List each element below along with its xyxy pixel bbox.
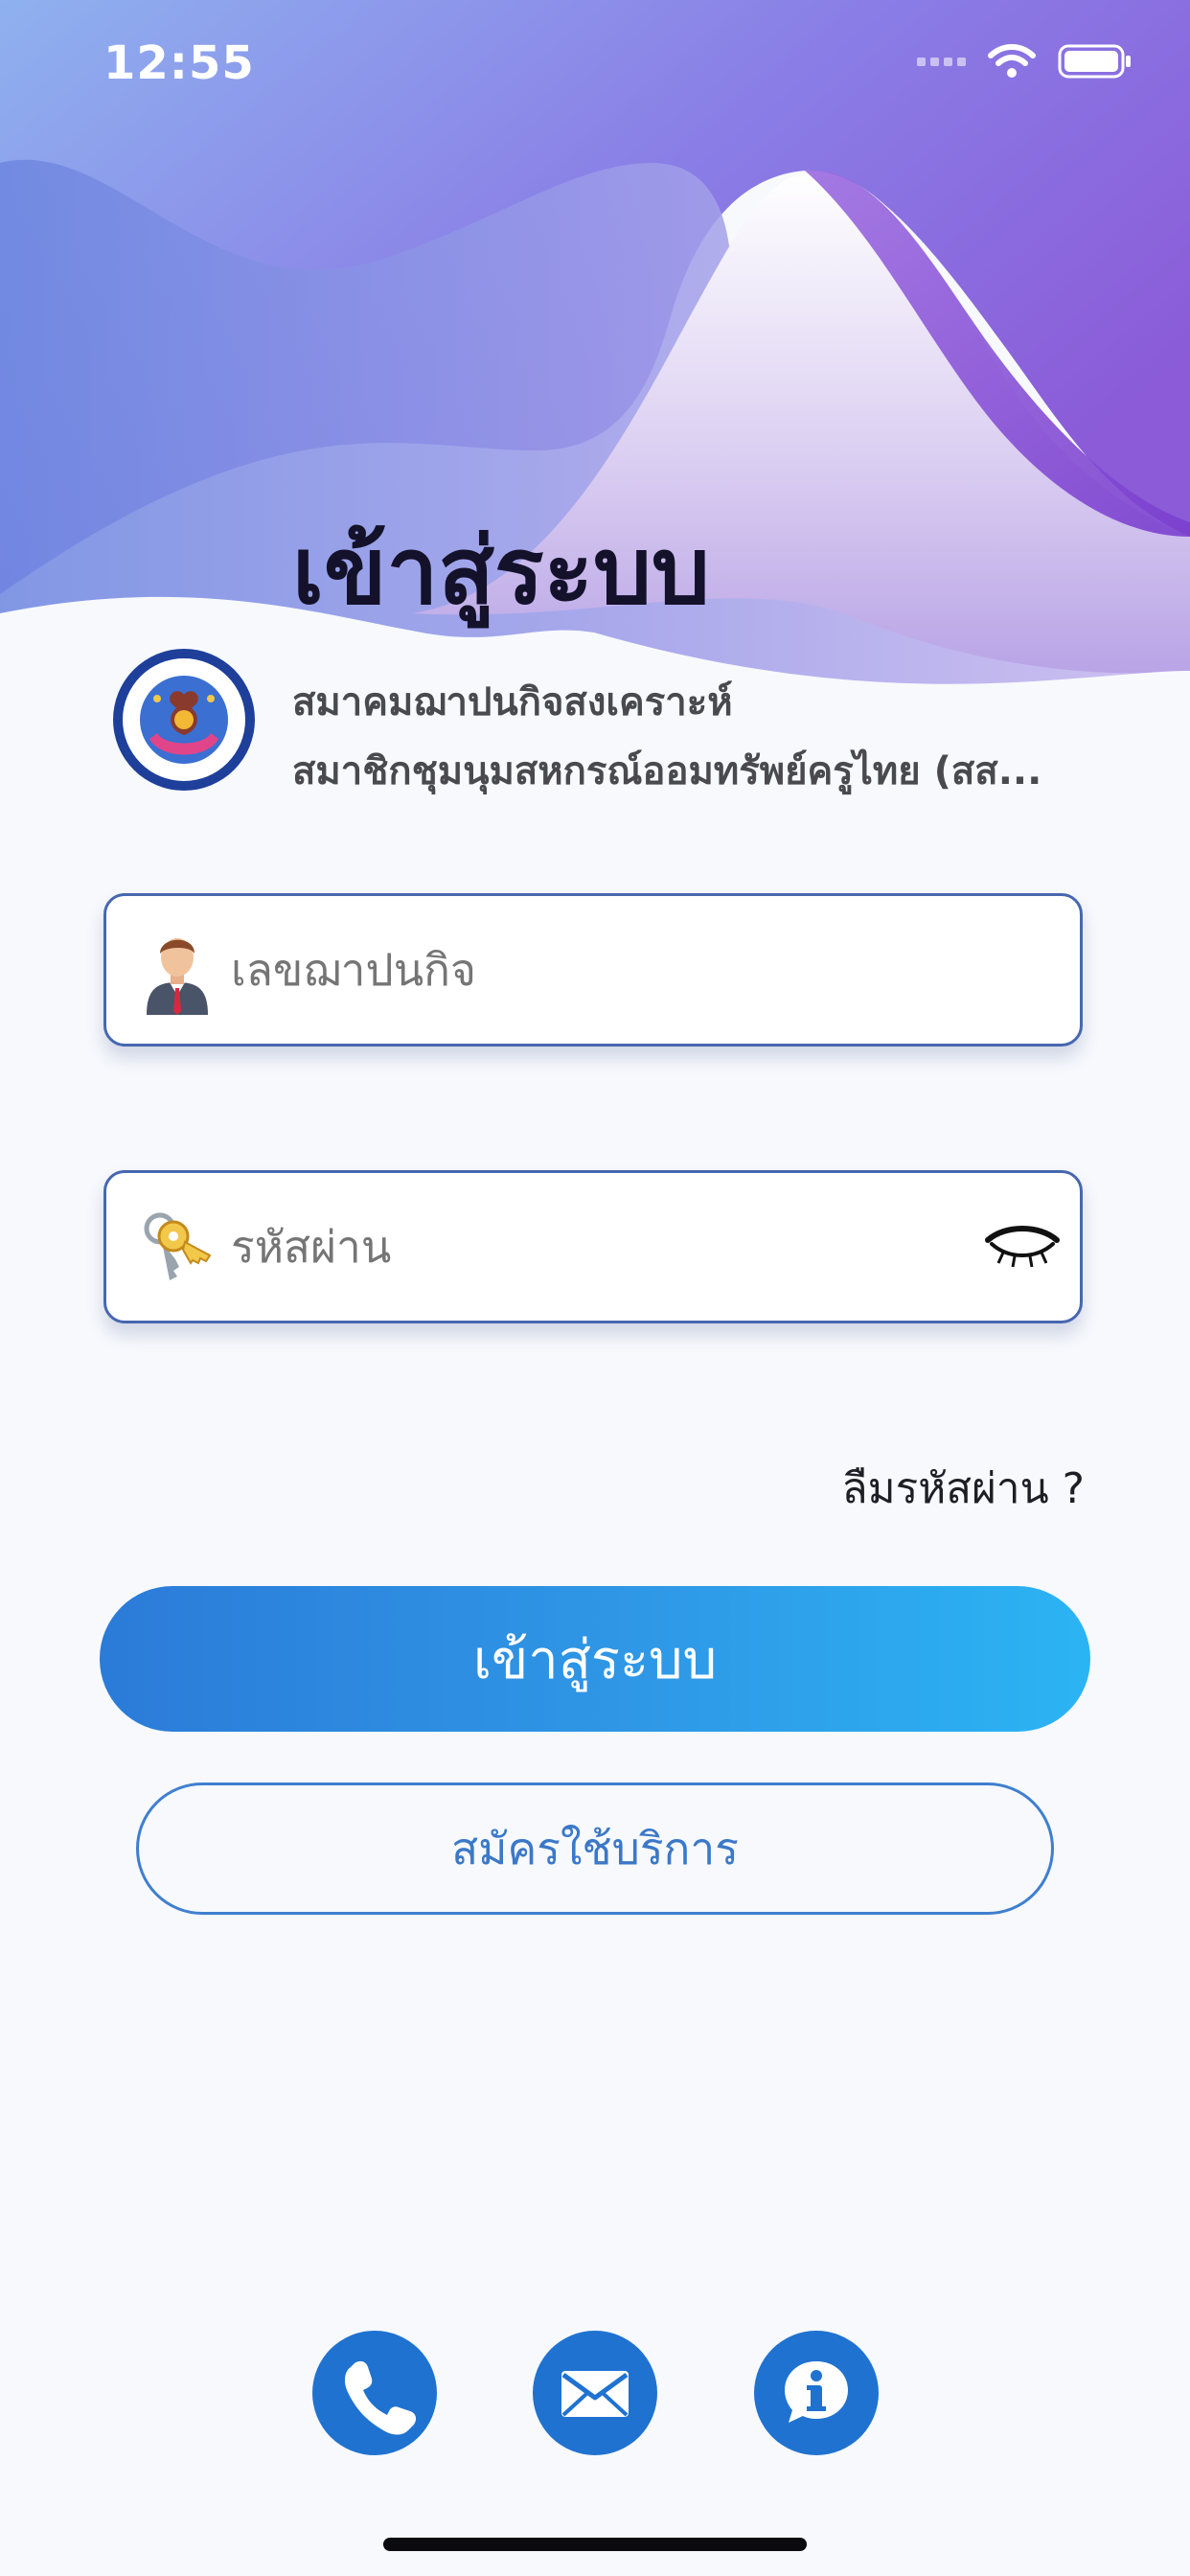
mail-icon (561, 2371, 629, 2417)
forgot-password-link[interactable]: ลืมรหัสผ่าน ? (842, 1455, 1085, 1522)
info-button[interactable] (754, 2331, 879, 2455)
cellular-signal-icon (917, 57, 966, 66)
info-icon (785, 2361, 848, 2423)
organization-name-line1: สมาคมฌาปนกิจสงเคราะห์ (292, 680, 733, 724)
user-avatar-icon (147, 938, 208, 1015)
home-indicator (383, 2538, 807, 2551)
eye-closed-icon[interactable] (984, 1221, 1061, 1278)
page-title: เข้าสู่ระบบ (292, 518, 710, 625)
password-input[interactable] (231, 1221, 978, 1273)
battery-icon (1058, 44, 1131, 79)
member-id-input[interactable] (231, 944, 978, 996)
phone-icon (344, 2360, 417, 2435)
status-bar: 12:55 (0, 0, 1190, 134)
email-button[interactable] (533, 2331, 657, 2455)
phone-button[interactable] (312, 2331, 437, 2455)
status-icons (917, 42, 1133, 80)
status-time: 12:55 (103, 36, 255, 90)
register-button[interactable]: สมัครใช้บริการ (136, 1782, 1054, 1915)
password-field[interactable] (103, 1170, 1083, 1323)
key-icon (144, 1212, 212, 1280)
organization-name-line2: สมาชิกชุมนุมสหกรณ์ออมทรัพย์ครูไทย (สส... (292, 749, 1042, 794)
organization-logo (113, 649, 255, 791)
login-button[interactable]: เข้าสู่ระบบ (100, 1586, 1090, 1732)
member-id-field[interactable] (103, 893, 1083, 1046)
wifi-icon (988, 44, 1036, 78)
